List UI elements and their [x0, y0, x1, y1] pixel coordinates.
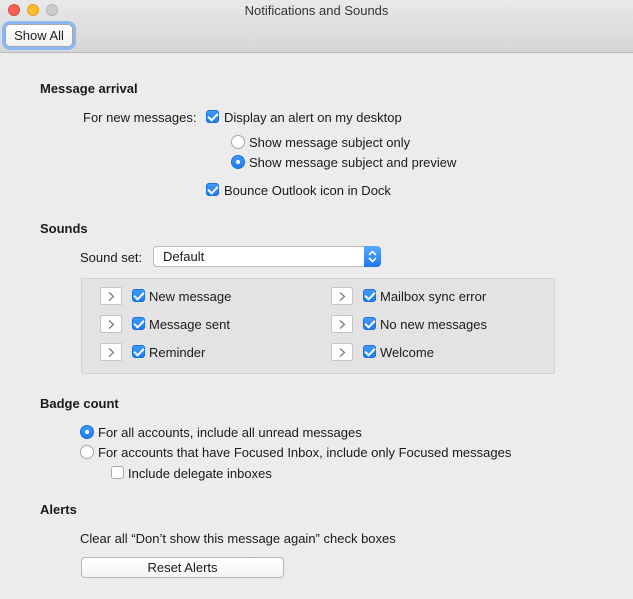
new-message-checkbox[interactable]	[132, 289, 145, 302]
reminder-label[interactable]: Reminder	[149, 345, 205, 360]
bounce-icon-label[interactable]: Bounce Outlook icon in Dock	[224, 183, 391, 198]
sounds-heading: Sounds	[40, 221, 88, 236]
message-sent-checkbox[interactable]	[132, 317, 145, 330]
delegate-inboxes-checkbox[interactable]	[111, 466, 124, 479]
focused-accounts-radio[interactable]	[80, 445, 94, 459]
subject-only-label[interactable]: Show message subject only	[249, 135, 410, 150]
display-alert-checkbox[interactable]	[206, 110, 219, 123]
reminder-checkbox[interactable]	[132, 345, 145, 358]
mailbox-sync-error-label[interactable]: Mailbox sync error	[380, 289, 486, 304]
no-new-messages-checkbox[interactable]	[363, 317, 376, 330]
welcome-label[interactable]: Welcome	[380, 345, 434, 360]
alerts-heading: Alerts	[40, 502, 77, 517]
badge-count-heading: Badge count	[40, 396, 119, 411]
all-accounts-radio[interactable]	[80, 425, 94, 439]
play-mailbox-sync-error-button[interactable]	[331, 287, 353, 305]
message-sent-label[interactable]: Message sent	[149, 317, 230, 332]
play-reminder-button[interactable]	[100, 343, 122, 361]
sound-set-label: Sound set:	[80, 250, 143, 265]
subject-preview-label[interactable]: Show message subject and preview	[249, 155, 456, 170]
play-no-new-messages-button[interactable]	[331, 315, 353, 333]
new-message-label[interactable]: New message	[149, 289, 231, 304]
play-message-sent-button[interactable]	[100, 315, 122, 333]
reset-alerts-button[interactable]: Reset Alerts	[81, 557, 284, 578]
mailbox-sync-error-checkbox[interactable]	[363, 289, 376, 302]
play-new-message-button[interactable]	[100, 287, 122, 305]
sound-set-select[interactable]: Default	[153, 246, 381, 267]
all-accounts-label[interactable]: For all accounts, include all unread mes…	[98, 425, 362, 440]
message-arrival-heading: Message arrival	[40, 81, 138, 96]
updown-chevron-icon	[364, 246, 381, 267]
sound-set-value: Default	[163, 249, 205, 264]
play-welcome-button[interactable]	[331, 343, 353, 361]
display-alert-label[interactable]: Display an alert on my desktop	[224, 110, 402, 125]
window-title: Notifications and Sounds	[244, 3, 389, 18]
welcome-checkbox[interactable]	[363, 345, 376, 358]
title-bar: Notifications and Sounds Show All	[0, 0, 633, 53]
no-new-messages-label[interactable]: No new messages	[380, 317, 487, 332]
sounds-panel: New message Message sent Reminder Mailbo…	[81, 278, 555, 374]
subject-preview-radio[interactable]	[231, 155, 245, 169]
alerts-description: Clear all “Don’t show this message again…	[80, 531, 396, 546]
focused-accounts-label[interactable]: For accounts that have Focused Inbox, in…	[98, 445, 511, 460]
subject-only-radio[interactable]	[231, 135, 245, 149]
for-new-messages-label: For new messages:	[83, 110, 197, 125]
show-all-button[interactable]: Show All	[5, 24, 73, 47]
bounce-icon-checkbox[interactable]	[206, 183, 219, 196]
delegate-inboxes-label[interactable]: Include delegate inboxes	[128, 466, 272, 481]
